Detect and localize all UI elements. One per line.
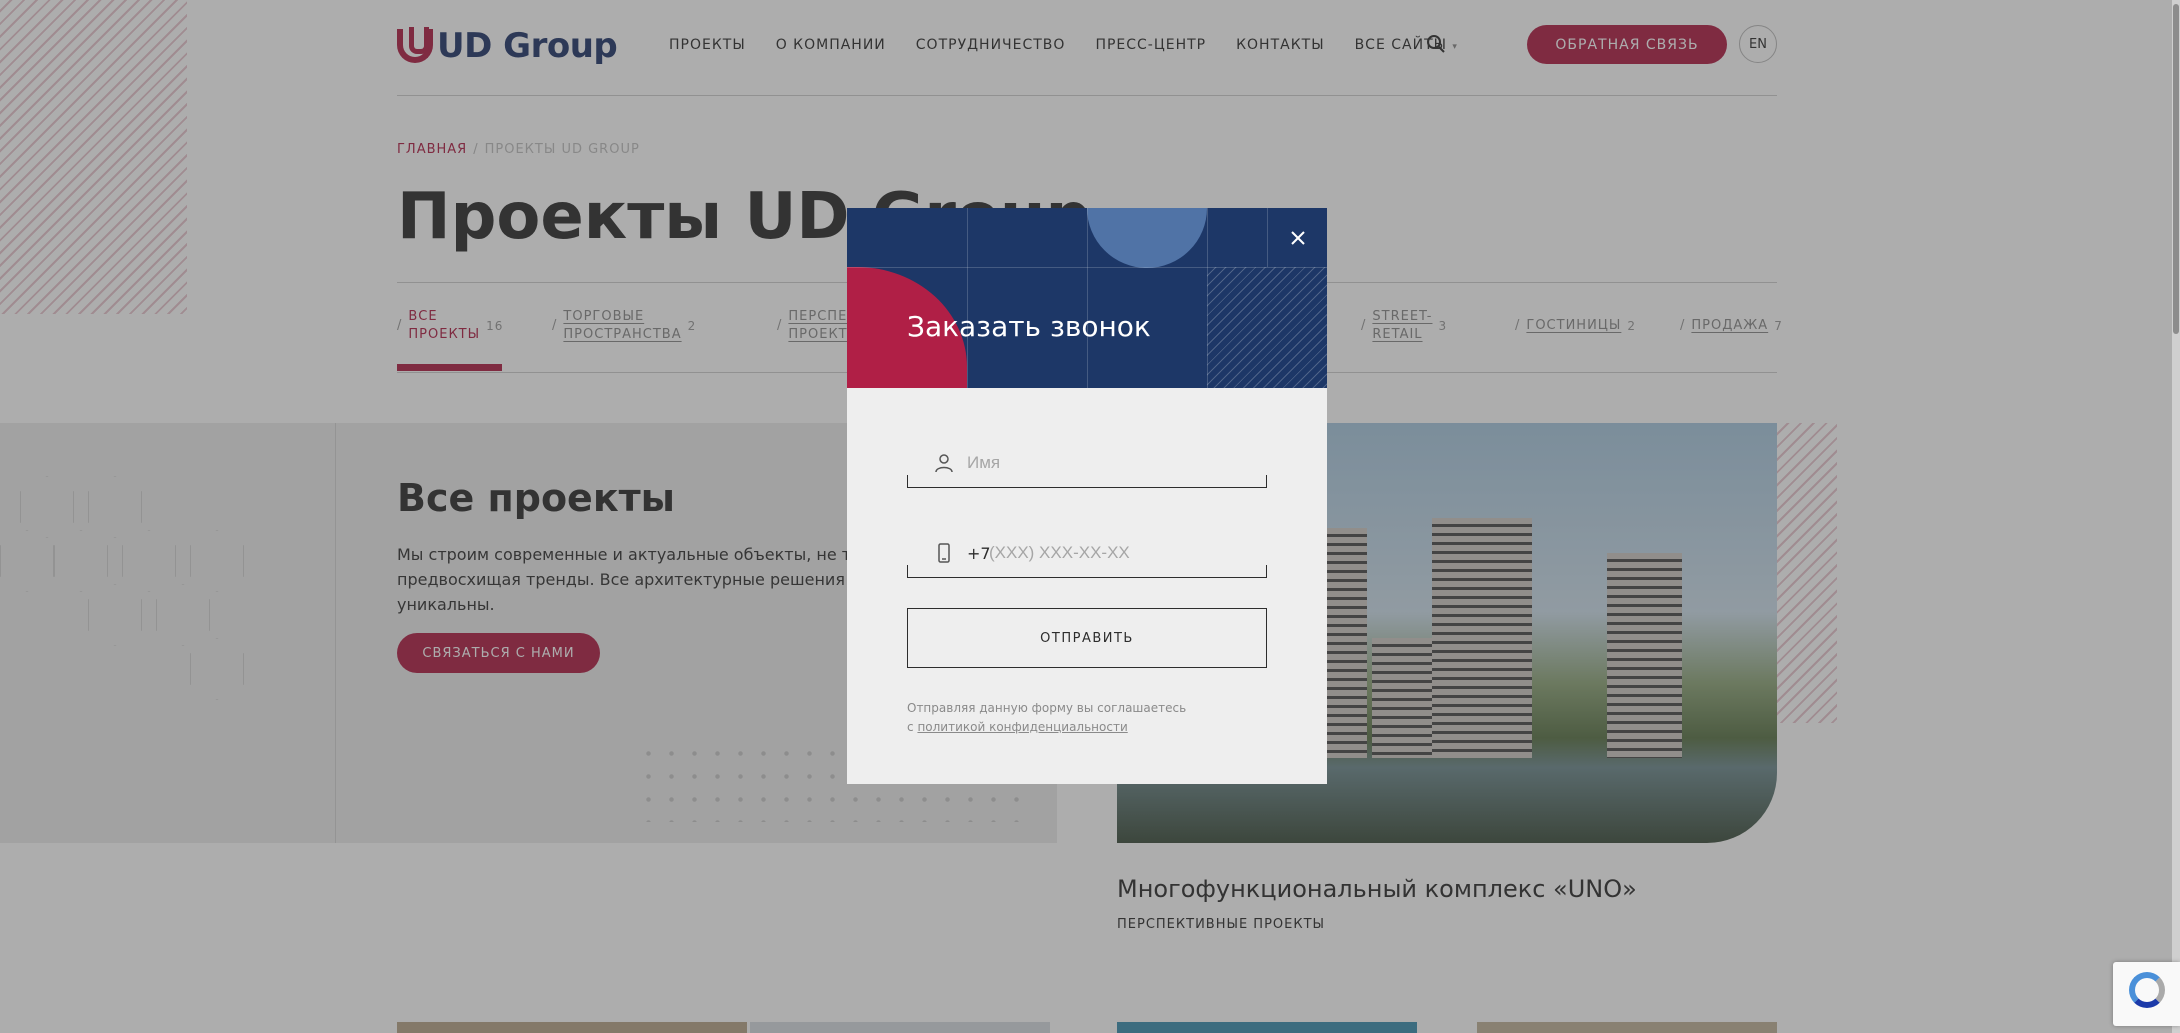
phone-field[interactable]: +7 [907,536,1269,578]
user-icon [935,454,953,473]
phone-input[interactable] [989,539,1269,567]
callback-modal: Заказать звонок +7 ОТПРАВИТЬ Отправляя д… [847,208,1327,784]
decorative-circle [1087,208,1207,268]
recaptcha-badge[interactable] [2113,962,2180,1026]
submit-button[interactable]: ОТПРАВИТЬ [907,608,1267,668]
scrollbar-thumb[interactable] [2173,4,2179,334]
consent-prefix: с [907,720,914,734]
phone-prefix: +7 [967,544,991,563]
close-icon [1290,230,1305,245]
name-input[interactable] [967,449,1247,477]
consent-text: Отправляя данную форму вы соглашаетесь с… [907,699,1186,737]
close-button[interactable] [1267,208,1327,267]
recaptcha-icon [2129,972,2165,1008]
privacy-policy-link[interactable]: политикой конфиденциальности [917,720,1127,734]
name-field[interactable] [907,446,1267,488]
modal-title: Заказать звонок [907,310,1151,343]
phone-icon [938,543,950,563]
decorative-hatch [1207,267,1327,388]
modal-header: Заказать звонок [847,208,1327,388]
consent-line: Отправляя данную форму вы соглашаетесь [907,701,1187,715]
